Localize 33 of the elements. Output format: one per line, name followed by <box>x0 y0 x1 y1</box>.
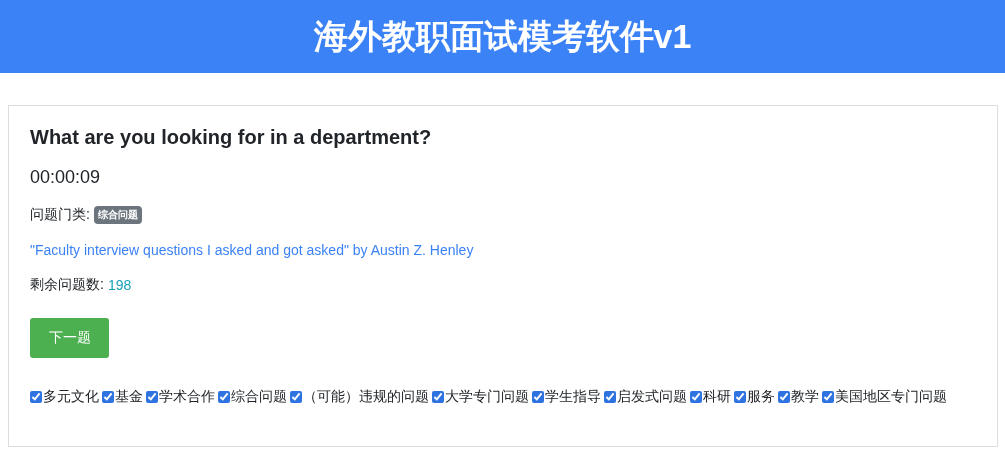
question-text: What are you looking for in a department? <box>30 126 433 149</box>
app-title: 海外教职面试模考软件v1 <box>313 15 692 57</box>
filter-label: 启发式问题 <box>617 388 687 406</box>
timer-text: 00:00:09 <box>30 167 102 188</box>
filter-checkbox[interactable] <box>734 391 746 403</box>
filter-checkbox[interactable] <box>432 391 444 403</box>
next-button[interactable]: 下一题 <box>30 318 109 358</box>
filter-checkbox[interactable] <box>778 391 790 403</box>
filter-checkbox[interactable] <box>290 391 302 403</box>
filter-checkbox[interactable] <box>604 391 616 403</box>
filter-label: 教学 <box>791 388 819 406</box>
filter-checkbox[interactable] <box>822 391 834 403</box>
remaining-count: 198 <box>107 277 132 293</box>
filter-checkbox[interactable] <box>102 391 114 403</box>
filter-label: 基金 <box>115 388 143 406</box>
filter-label: 大学专门问题 <box>445 388 529 406</box>
filter-checkbox[interactable] <box>146 391 158 403</box>
source-link[interactable]: "Faculty interview questions I asked and got asked" by Austin Z. Henley <box>30 242 474 258</box>
filter-checkbox[interactable] <box>218 391 230 403</box>
filter-label: 综合问题 <box>231 388 287 406</box>
remaining-label: 剩余问题数: <box>30 276 104 294</box>
filter-label: 学术合作 <box>159 388 215 406</box>
filter-label: （可能）违规的问题 <box>303 388 429 406</box>
filter-label: 多元文化 <box>43 388 99 406</box>
filter-checkbox[interactable] <box>690 391 702 403</box>
filter-label: 美国地区专门问题 <box>835 388 947 406</box>
filter-label: 服务 <box>747 388 775 406</box>
category-badge: 综合问题 <box>93 206 142 224</box>
filter-label: 科研 <box>703 388 731 406</box>
category-label: 问题门类: <box>30 206 90 224</box>
filter-label: 学生指导 <box>545 388 601 406</box>
filter-checkbox[interactable] <box>30 391 42 403</box>
filter-checkbox[interactable] <box>532 391 544 403</box>
